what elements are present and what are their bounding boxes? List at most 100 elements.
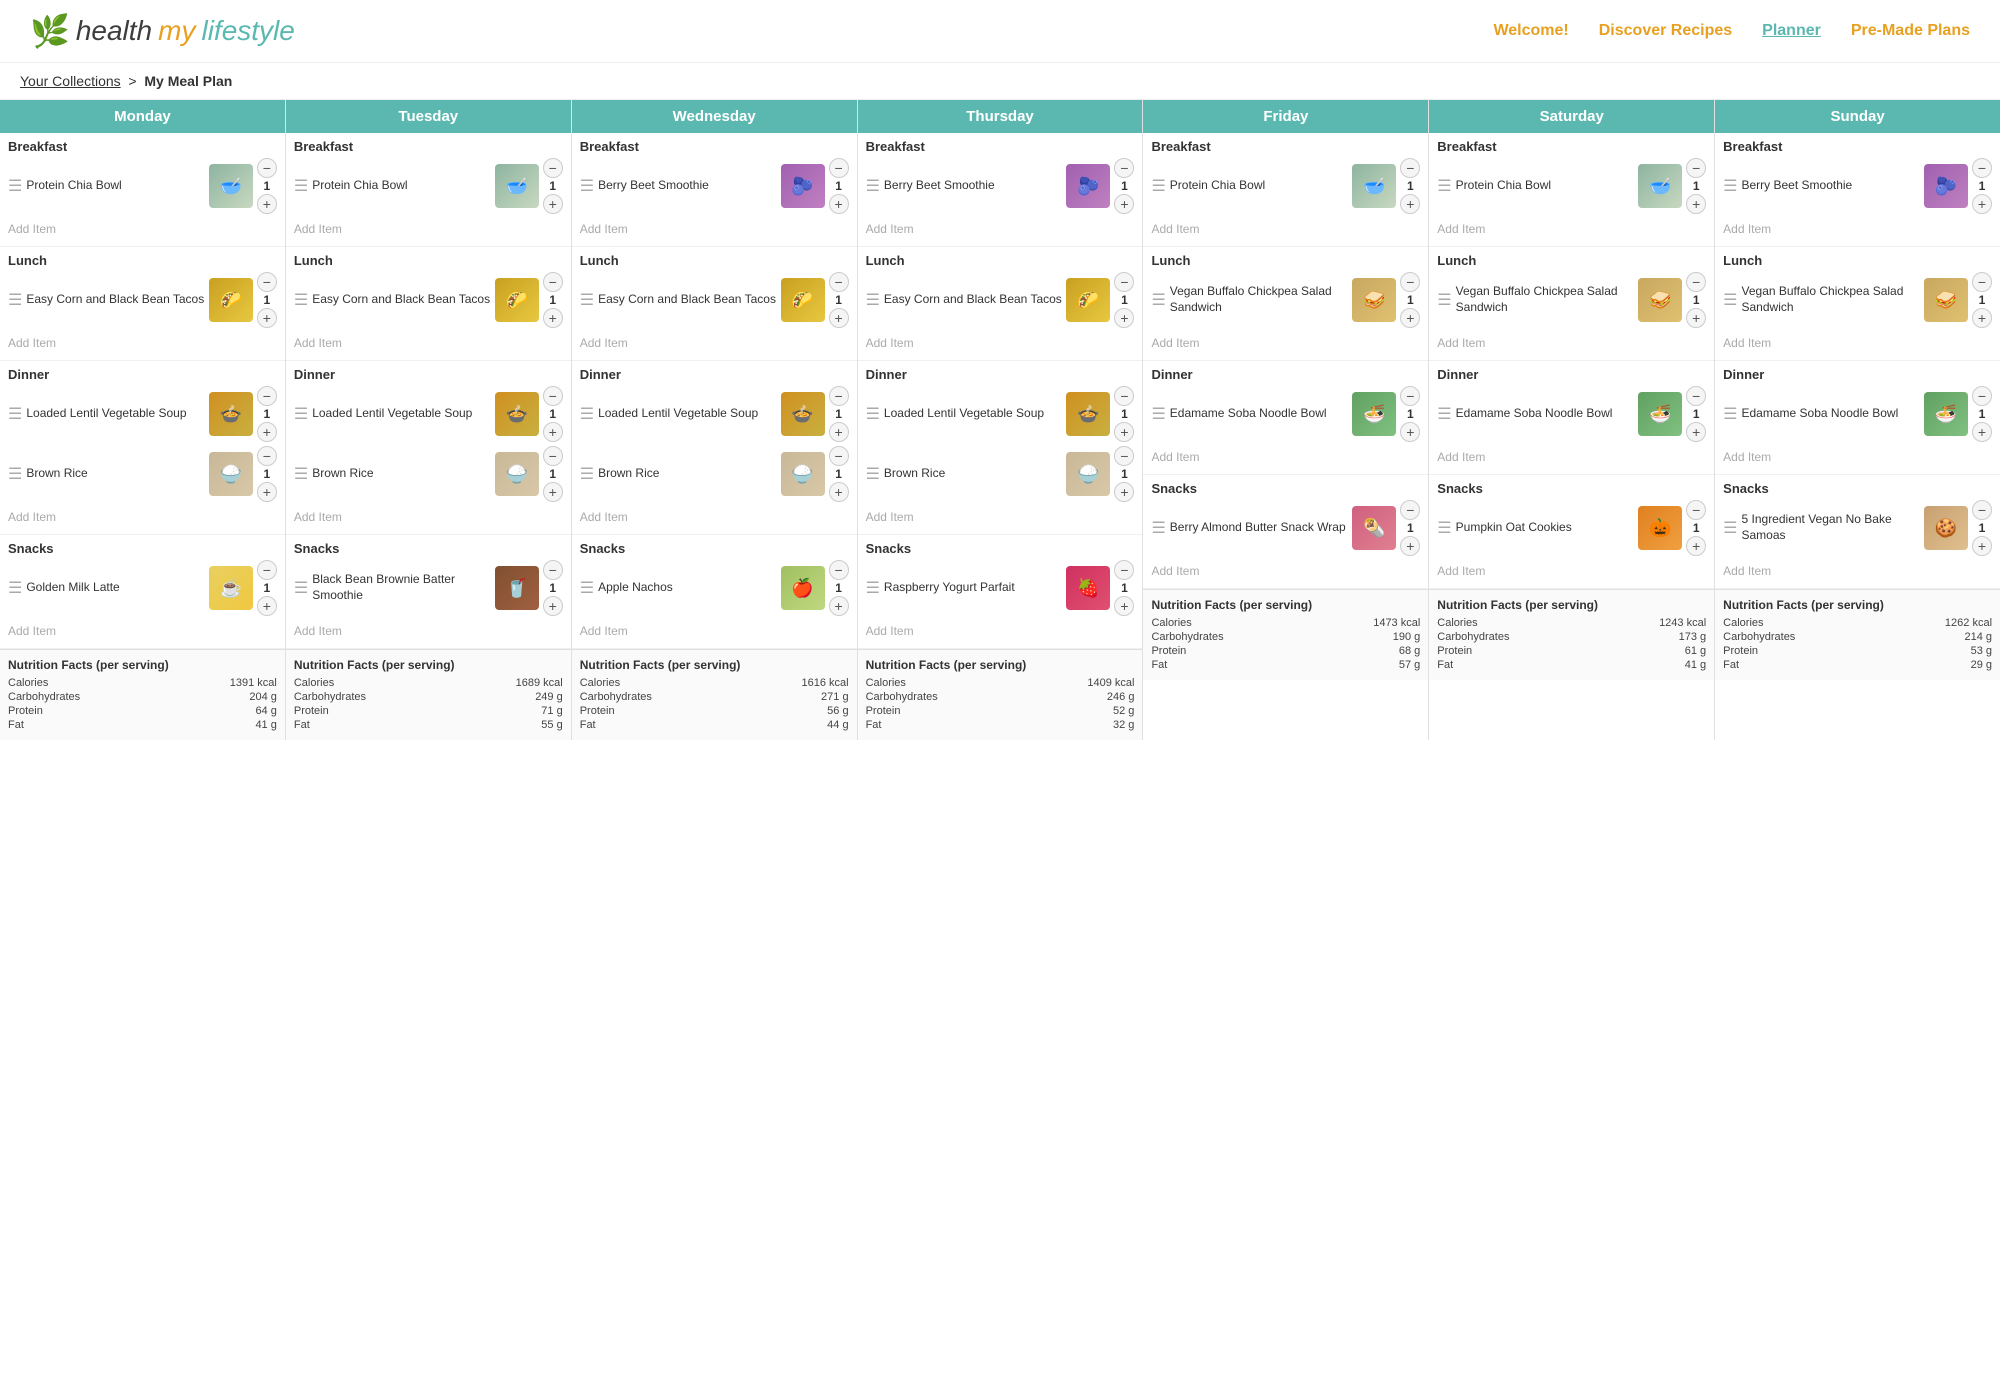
increase-quantity-button[interactable]: + [257,596,277,616]
decrease-quantity-button[interactable]: − [1114,386,1134,406]
drag-handle-icon[interactable]: ☰ [580,464,594,484]
decrease-quantity-button[interactable]: − [543,272,563,292]
drag-handle-icon[interactable]: ☰ [1437,518,1451,538]
increase-quantity-button[interactable]: + [829,422,849,442]
decrease-quantity-button[interactable]: − [257,446,277,466]
drag-handle-icon[interactable]: ☰ [580,176,594,196]
decrease-quantity-button[interactable]: − [257,386,277,406]
drag-handle-icon[interactable]: ☰ [1723,404,1737,424]
decrease-quantity-button[interactable]: − [1114,158,1134,178]
decrease-quantity-button[interactable]: − [1114,560,1134,580]
drag-handle-icon[interactable]: ☰ [294,464,308,484]
drag-handle-icon[interactable]: ☰ [294,404,308,424]
drag-handle-icon[interactable]: ☰ [294,578,308,598]
drag-handle-icon[interactable]: ☰ [1723,176,1737,196]
increase-quantity-button[interactable]: + [1114,596,1134,616]
increase-quantity-button[interactable]: + [1114,308,1134,328]
increase-quantity-button[interactable]: + [1686,536,1706,556]
add-dinner-item-button[interactable]: Add Item [866,506,1135,528]
drag-handle-icon[interactable]: ☰ [1437,404,1451,424]
decrease-quantity-button[interactable]: − [1400,158,1420,178]
decrease-quantity-button[interactable]: − [543,386,563,406]
add-breakfast-item-button[interactable]: Add Item [1437,218,1706,240]
decrease-quantity-button[interactable]: − [543,560,563,580]
add-breakfast-item-button[interactable]: Add Item [294,218,563,240]
drag-handle-icon[interactable]: ☰ [1151,518,1165,538]
add-breakfast-item-button[interactable]: Add Item [8,218,277,240]
increase-quantity-button[interactable]: + [829,596,849,616]
drag-handle-icon[interactable]: ☰ [866,176,880,196]
increase-quantity-button[interactable]: + [1400,536,1420,556]
nav-premade[interactable]: Pre-Made Plans [1851,22,1970,40]
decrease-quantity-button[interactable]: − [829,560,849,580]
add-dinner-item-button[interactable]: Add Item [580,506,849,528]
decrease-quantity-button[interactable]: − [257,560,277,580]
increase-quantity-button[interactable]: + [829,308,849,328]
add-dinner-item-button[interactable]: Add Item [1723,446,1992,468]
add-lunch-item-button[interactable]: Add Item [8,332,277,354]
add-lunch-item-button[interactable]: Add Item [1723,332,1992,354]
drag-handle-icon[interactable]: ☰ [1437,290,1451,310]
decrease-quantity-button[interactable]: − [829,272,849,292]
drag-handle-icon[interactable]: ☰ [866,578,880,598]
increase-quantity-button[interactable]: + [543,596,563,616]
drag-handle-icon[interactable]: ☰ [1723,290,1737,310]
add-dinner-item-button[interactable]: Add Item [8,506,277,528]
decrease-quantity-button[interactable]: − [1114,446,1134,466]
increase-quantity-button[interactable]: + [1114,194,1134,214]
drag-handle-icon[interactable]: ☰ [1723,518,1737,538]
increase-quantity-button[interactable]: + [1972,422,1992,442]
decrease-quantity-button[interactable]: − [1972,386,1992,406]
drag-handle-icon[interactable]: ☰ [8,176,22,196]
add-snacks-item-button[interactable]: Add Item [580,620,849,642]
decrease-quantity-button[interactable]: − [1972,158,1992,178]
increase-quantity-button[interactable]: + [1114,482,1134,502]
drag-handle-icon[interactable]: ☰ [8,464,22,484]
drag-handle-icon[interactable]: ☰ [580,290,594,310]
increase-quantity-button[interactable]: + [543,422,563,442]
add-snacks-item-button[interactable]: Add Item [8,620,277,642]
add-lunch-item-button[interactable]: Add Item [1437,332,1706,354]
decrease-quantity-button[interactable]: − [1686,500,1706,520]
decrease-quantity-button[interactable]: − [257,158,277,178]
increase-quantity-button[interactable]: + [829,194,849,214]
decrease-quantity-button[interactable]: − [829,386,849,406]
add-breakfast-item-button[interactable]: Add Item [1723,218,1992,240]
decrease-quantity-button[interactable]: − [1686,386,1706,406]
add-lunch-item-button[interactable]: Add Item [294,332,563,354]
increase-quantity-button[interactable]: + [1972,308,1992,328]
nav-planner[interactable]: Planner [1762,22,1821,40]
nav-welcome[interactable]: Welcome! [1493,22,1568,40]
add-snacks-item-button[interactable]: Add Item [866,620,1135,642]
add-snacks-item-button[interactable]: Add Item [294,620,563,642]
increase-quantity-button[interactable]: + [543,308,563,328]
add-snacks-item-button[interactable]: Add Item [1437,560,1706,582]
decrease-quantity-button[interactable]: − [1972,272,1992,292]
add-lunch-item-button[interactable]: Add Item [580,332,849,354]
increase-quantity-button[interactable]: + [1114,422,1134,442]
decrease-quantity-button[interactable]: − [1972,500,1992,520]
drag-handle-icon[interactable]: ☰ [1151,176,1165,196]
add-lunch-item-button[interactable]: Add Item [1151,332,1420,354]
decrease-quantity-button[interactable]: − [1686,272,1706,292]
decrease-quantity-button[interactable]: − [829,158,849,178]
add-dinner-item-button[interactable]: Add Item [1151,446,1420,468]
drag-handle-icon[interactable]: ☰ [1151,404,1165,424]
increase-quantity-button[interactable]: + [257,422,277,442]
increase-quantity-button[interactable]: + [543,194,563,214]
decrease-quantity-button[interactable]: − [829,446,849,466]
increase-quantity-button[interactable]: + [543,482,563,502]
add-breakfast-item-button[interactable]: Add Item [1151,218,1420,240]
increase-quantity-button[interactable]: + [257,194,277,214]
increase-quantity-button[interactable]: + [1400,308,1420,328]
decrease-quantity-button[interactable]: − [1400,500,1420,520]
add-breakfast-item-button[interactable]: Add Item [580,218,849,240]
drag-handle-icon[interactable]: ☰ [866,404,880,424]
add-snacks-item-button[interactable]: Add Item [1151,560,1420,582]
drag-handle-icon[interactable]: ☰ [294,290,308,310]
decrease-quantity-button[interactable]: − [1400,272,1420,292]
drag-handle-icon[interactable]: ☰ [8,290,22,310]
drag-handle-icon[interactable]: ☰ [8,578,22,598]
increase-quantity-button[interactable]: + [829,482,849,502]
decrease-quantity-button[interactable]: − [1114,272,1134,292]
